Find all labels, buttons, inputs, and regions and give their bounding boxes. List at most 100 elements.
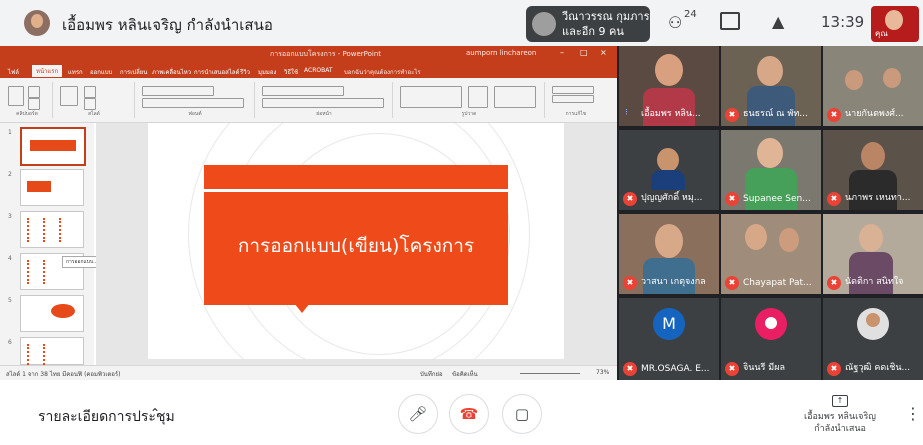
participant-name: Supanee Sen... xyxy=(743,194,811,204)
people-icon[interactable]: ⚇ xyxy=(668,13,682,32)
ribbon-group-editing: การแก้ไข xyxy=(546,82,606,118)
mic-off-icon: ✖ xyxy=(725,192,739,206)
ribbon-group-slides: สไลด์ xyxy=(54,82,135,118)
ppt-statusbar: สไลด์ 1 จาก 38 ไทย มีคอนฟิ (คอมพิวเตอร์)… xyxy=(0,365,617,381)
ppt-tab: มุมมอง xyxy=(258,69,277,76)
ppt-tab: แทรก xyxy=(68,69,83,76)
participant-tile[interactable]: ✖ นัดติกา สนิทใจ xyxy=(823,214,923,294)
minimize-icon: – xyxy=(560,48,564,57)
participant-name: MR.OSAGA. E... xyxy=(641,364,710,374)
presenter-avatar xyxy=(24,10,50,36)
participant-tile[interactable]: ✖ ธนธรณ์ ณ พัท... xyxy=(721,46,821,126)
ppt-tab: ไฟล์ xyxy=(8,69,19,76)
slide-thumbnails: 1 2 3 4 5 6 xyxy=(0,123,94,368)
slide-status: สไลด์ 1 จาก 38 ไทย มีคอนฟิ (คอมพิวเตอร์) xyxy=(6,371,121,378)
participant-tile[interactable]: ⁝ เอื้อมพร หลิน... xyxy=(619,46,719,126)
ppt-tab: รีวิว xyxy=(240,69,250,76)
participant-tile[interactable]: ✖ Chayapat Pat... xyxy=(721,214,821,294)
more-vert-icon[interactable]: ⋮ xyxy=(905,404,921,423)
hangup-icon: ☎ xyxy=(459,405,479,423)
chevron-up-icon[interactable]: ⌃ xyxy=(150,406,160,420)
mic-button[interactable]: 🎤︎ xyxy=(398,394,438,434)
ppt-ribbon-tabs: ไฟล์ หน้าแรก แทรก ออกแบบ การเปลี่ยน ภาพเ… xyxy=(0,64,617,78)
ribbon-group-drawing: รูปวาด xyxy=(394,82,545,118)
shared-screen: การออกแบบโครงการ - PowerPoint aumporn li… xyxy=(0,46,617,381)
ppt-titlebar: การออกแบบโครงการ - PowerPoint aumporn li… xyxy=(0,46,617,64)
chat-icon[interactable] xyxy=(720,12,740,30)
participant-name: จินนรี มีผล xyxy=(743,363,785,373)
participant-tile[interactable]: ✖ ณัฐวุฒิ คดเชิน... xyxy=(823,298,923,380)
ppt-tab: ออกแบบ xyxy=(90,69,113,76)
mic-off-icon: ✖ xyxy=(827,108,841,122)
presenting-name: เอื้อมพร หลินเจริญ xyxy=(804,412,876,422)
participant-name: ปุญญศักดิ์ หมุ... xyxy=(641,193,703,203)
present-screen-icon: ↑ xyxy=(832,395,848,407)
mic-off-icon: ✖ xyxy=(725,362,739,376)
other-presenter-name: วีณาวรรณ กุมภาร xyxy=(562,10,650,23)
participant-tile[interactable]: ✖ ปุญญศักดิ์ หมุ... xyxy=(619,130,719,210)
ppt-user-name: aumporn linchareon xyxy=(466,49,537,57)
avatar: M xyxy=(653,308,685,340)
participant-tile[interactable]: ✖ นภาพร เหนทา... xyxy=(823,130,923,210)
participant-tile[interactable]: ✖ จินนรี มีผล xyxy=(721,298,821,380)
avatar xyxy=(532,12,556,36)
presenting-indicator[interactable]: ↑ เอื้อมพร หลินเจริญ กำลังนำเสนอ xyxy=(780,388,900,435)
ppt-ribbon: คลิปบอร์ด สไลด์ ฟอนต์ ย่อหน้า รูปวาด การ… xyxy=(0,78,617,123)
slide-thumbnail xyxy=(20,211,84,248)
comments-label: ข้อคิดเห็น xyxy=(452,371,478,378)
ppt-tab-home: หน้าแรก xyxy=(32,65,63,77)
clock: 13:39 xyxy=(821,13,865,31)
camera-button[interactable]: ▢ xyxy=(502,394,542,434)
speaking-indicator: ⁝ xyxy=(625,108,628,118)
participant-name: Chayapat Pat... xyxy=(743,278,812,288)
other-presenters-tile[interactable]: วีณาวรรณ กุมภาร และอีก 9 คน xyxy=(526,6,650,42)
zoom-level: 73% xyxy=(596,369,610,376)
presenting-label: กำลังนำเสนอ xyxy=(814,424,866,434)
notes-label: บันทึกย่อ xyxy=(420,371,443,378)
mic-off-icon: ✖ xyxy=(725,108,739,122)
ppt-tab: การเปลี่ยน xyxy=(120,69,148,76)
participant-name: นายกันตพงศ์... xyxy=(845,109,904,119)
ribbon-group-clipboard: คลิปบอร์ด xyxy=(2,82,53,118)
mic-off-icon: ✖ xyxy=(623,192,637,206)
people-count-badge: 24 xyxy=(684,9,697,20)
other-presenter-count: และอีก 9 คน xyxy=(562,25,624,38)
self-view-tile[interactable]: คุณ xyxy=(871,6,919,42)
participant-grid: ⁝ เอื้อมพร หลิน... ✖ ธนธรณ์ ณ พัท... ✖ น… xyxy=(619,46,923,380)
meeting-topbar: เอื้อมพร หลินเจริญ กำลังนำเสนอ วีณาวรรณ … xyxy=(0,0,923,46)
slide-canvas: การออกแบบ(เขียน)โครงการ xyxy=(96,123,617,365)
self-label: คุณ xyxy=(875,29,888,38)
participant-name: นัดติกา สนิทใจ xyxy=(845,277,904,287)
callout-pointer xyxy=(294,303,310,313)
ppt-tab: วิธีใช้ xyxy=(284,69,299,76)
participant-tile[interactable]: ✖ Supanee Sen... xyxy=(721,130,821,210)
zoom-slider xyxy=(520,373,580,374)
presenter-title: เอื้อมพร หลินเจริญ กำลังนำเสนอ xyxy=(62,16,273,34)
participant-tile[interactable]: ✖ วาสนา เกตุจงกล xyxy=(619,214,719,294)
ppt-tell-me: บอกฉันว่าคุณต้องการทำอะไร xyxy=(344,69,421,76)
slide-thumbnail xyxy=(20,127,86,166)
participant-tile[interactable]: ✖ นายกันตพงศ์... xyxy=(823,46,923,126)
participant-tile[interactable]: M ✖ MR.OSAGA. E... xyxy=(619,298,719,380)
meeting-controls: รายละเอียดการประชุม ⌃ 🎤︎ ☎ ▢ ↑ เอื้อมพร … xyxy=(0,380,923,445)
slide-thumbnail xyxy=(20,169,84,206)
mic-off-icon: ✖ xyxy=(725,276,739,290)
mic-off-icon: ✖ xyxy=(623,276,637,290)
activities-icon[interactable]: ▲ xyxy=(772,12,784,31)
participant-name: วาสนา เกตุจงกล xyxy=(641,277,706,287)
participant-name: เอื้อมพร หลิน... xyxy=(641,109,701,119)
participant-name: ธนธรณ์ ณ พัท... xyxy=(743,109,808,119)
maximize-icon: □ xyxy=(580,48,588,57)
slide-title-box: การออกแบบ(เขียน)โครงการ xyxy=(204,165,508,305)
camera-icon: ▢ xyxy=(514,405,530,423)
mic-off-icon: ✖ xyxy=(827,276,841,290)
avatar xyxy=(857,308,889,340)
ribbon-group-paragraph: ย่อหน้า xyxy=(256,82,393,118)
slide-thumbnail xyxy=(20,295,84,332)
hangup-button[interactable]: ☎ xyxy=(449,394,489,434)
mic-off-icon: ✖ xyxy=(827,192,841,206)
ppt-window-title: การออกแบบโครงการ - PowerPoint xyxy=(270,50,382,58)
slide-title: การออกแบบ(เขียน)โครงการ xyxy=(237,235,475,257)
avatar xyxy=(755,308,787,340)
close-icon: × xyxy=(600,48,607,57)
